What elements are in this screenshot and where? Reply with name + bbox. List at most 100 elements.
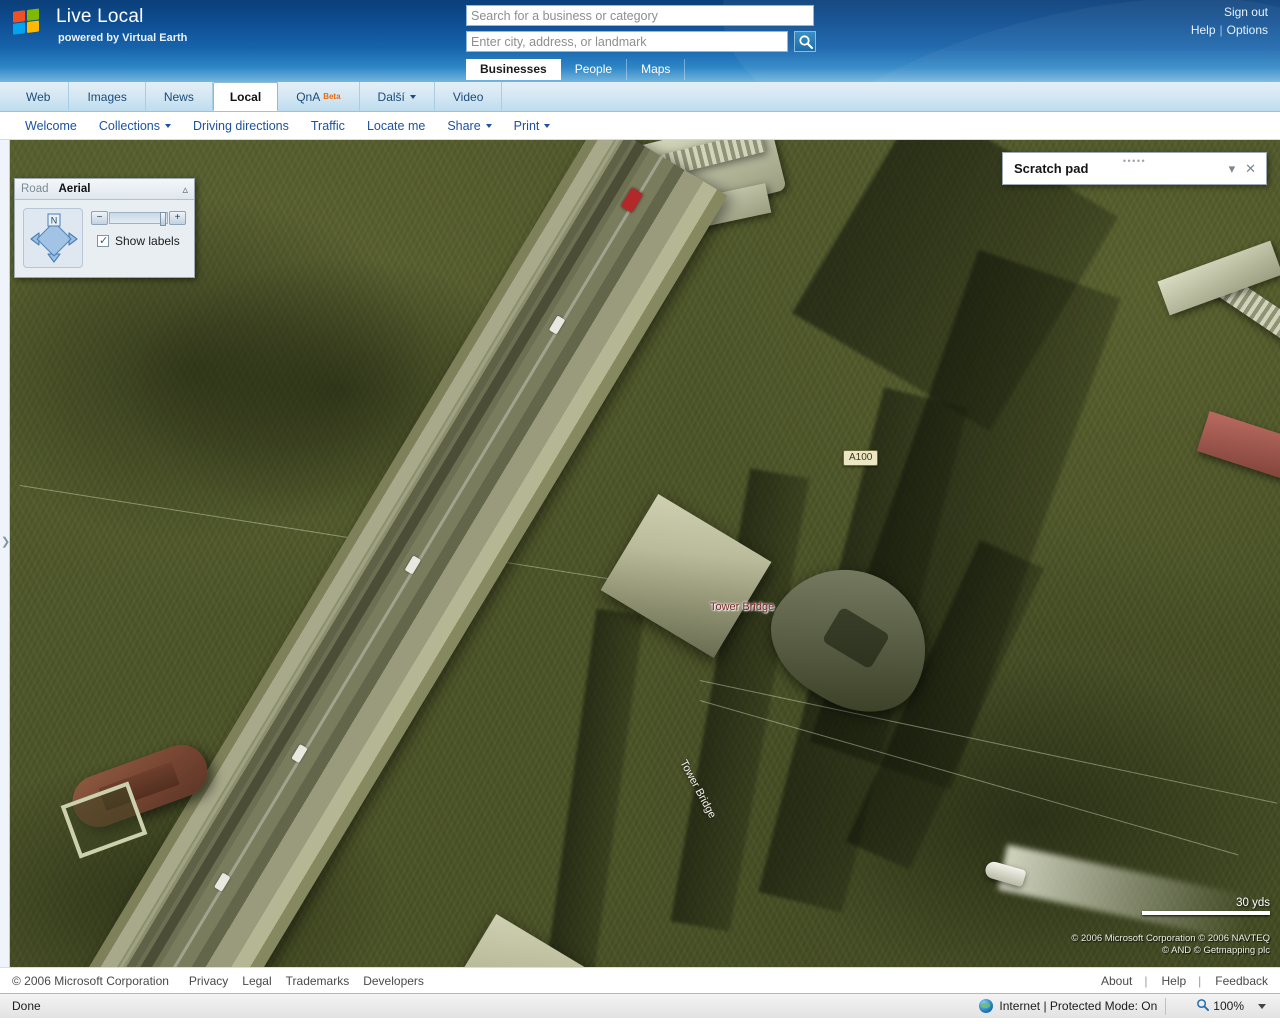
footer-link-help[interactable]: Help: [1161, 974, 1186, 988]
pan-compass-icon[interactable]: N: [23, 208, 83, 268]
toolbar-label: Driving directions: [193, 118, 289, 133]
show-labels-label: Show labels: [115, 234, 180, 248]
tab-label: News: [163, 89, 194, 104]
local-toolbar: Welcome Collections Driving directions T…: [0, 112, 1280, 140]
search-submit-button[interactable]: [794, 31, 817, 52]
footer-link-privacy[interactable]: Privacy: [189, 974, 228, 988]
map-mode-road[interactable]: Road: [21, 183, 59, 195]
security-zone-label: Internet | Protected Mode: On: [999, 999, 1158, 1013]
toolbar-label: Print: [513, 118, 540, 133]
tab-label: Web: [26, 89, 51, 104]
search-scope-tabs: Businesses People Maps: [466, 59, 816, 80]
help-link[interactable]: Help: [1191, 23, 1216, 37]
tab-dalsi[interactable]: Další: [360, 82, 435, 111]
map-scale: 30 yds: [1142, 897, 1270, 915]
tab-video[interactable]: Video: [435, 82, 503, 111]
map-zoom-controls: − + Show labels: [91, 208, 186, 268]
toolbar-label: Traffic: [310, 118, 345, 133]
brand-subtitle: powered by Virtual Earth: [58, 32, 188, 44]
map-mode-aerial[interactable]: Aerial: [59, 183, 101, 195]
chevron-right-icon[interactable]: ❯: [1, 535, 10, 548]
map-canvas[interactable]: Tower Bridge Tower Bridge A100: [10, 140, 1280, 967]
tab-label: Local: [229, 89, 262, 104]
scope-tab-businesses[interactable]: Businesses: [466, 59, 561, 80]
search-business-input[interactable]: [466, 5, 814, 26]
status-text: Done: [12, 999, 41, 1013]
footer-separator: |: [1198, 973, 1202, 988]
toolbar-label: Share: [447, 118, 481, 133]
toolbar-driving-directions[interactable]: Driving directions: [182, 119, 300, 133]
tab-images[interactable]: Images: [69, 82, 146, 111]
chevron-down-icon[interactable]: ▾: [1229, 162, 1236, 175]
account-separator: |: [1219, 23, 1223, 37]
tab-web[interactable]: Web: [8, 82, 70, 111]
toolbar-welcome[interactable]: Welcome: [14, 119, 88, 133]
footer-link-trademarks[interactable]: Trademarks: [286, 974, 350, 988]
zoom-slider-thumb[interactable]: [160, 212, 166, 226]
brand-logo-block[interactable]: Live Local powered by Virtual Earth: [13, 6, 187, 45]
map-left-rail: ❯: [0, 140, 10, 967]
chevron-down-icon: [544, 123, 551, 128]
minus-icon[interactable]: −: [91, 211, 108, 225]
map-area[interactable]: ❯ Tower Bridge Tower Bridge A100 Road Ae…: [0, 140, 1280, 967]
tab-local[interactable]: Local: [212, 82, 279, 111]
beta-badge: Beta: [323, 92, 341, 101]
footer-link-developers[interactable]: Developers: [363, 974, 424, 988]
service-tab-strip: Web Images News Local QnA Beta Další Vid…: [0, 82, 1280, 112]
toolbar-print[interactable]: Print: [503, 119, 562, 133]
security-zone[interactable]: Internet | Protected Mode: On: [979, 999, 1157, 1013]
caret-down-icon[interactable]: [1258, 1003, 1266, 1009]
chevron-down-icon: [409, 94, 416, 99]
zoom-slider-track[interactable]: [109, 212, 168, 226]
scratch-pad-buttons: ▾ ✕: [1229, 162, 1266, 175]
footer-link-legal[interactable]: Legal: [242, 974, 271, 988]
attribution-line-2: © AND © Getmapping plc: [1162, 945, 1270, 956]
chevron-down-icon: [165, 123, 172, 128]
search-area: Businesses People Maps: [466, 5, 817, 80]
toolbar-locate-me[interactable]: Locate me: [356, 119, 436, 133]
scale-bar: [1142, 911, 1270, 915]
plus-icon[interactable]: +: [169, 211, 186, 225]
tab-label: QnA: [296, 89, 321, 104]
zoom-slider-row: − +: [91, 211, 186, 226]
zoom-level-label: 100%: [1213, 999, 1244, 1013]
browser-zoom-control[interactable]: 100%: [1196, 998, 1274, 1014]
scope-tab-maps[interactable]: Maps: [627, 59, 686, 80]
footer-right-links: About | Help | Feedback: [1087, 974, 1268, 988]
drag-grip-icon[interactable]: •••••: [1123, 156, 1146, 166]
footer-copyright: © 2006 Microsoft Corporation: [12, 973, 169, 988]
show-labels-checkbox[interactable]: [97, 234, 109, 247]
toolbar-collections[interactable]: Collections: [88, 119, 182, 133]
close-icon[interactable]: ✕: [1245, 162, 1256, 175]
scratch-pad-panel[interactable]: ••••• Scratch pad ▾ ✕: [1002, 152, 1267, 185]
internet-globe-icon: [979, 999, 994, 1013]
map-attribution: © 2006 Microsoft Corporation © 2006 NAVT…: [1071, 933, 1270, 957]
page-footer: © 2006 Microsoft Corporation Privacy Leg…: [0, 967, 1280, 993]
svg-text:N: N: [51, 216, 58, 226]
footer-link-about[interactable]: About: [1101, 974, 1132, 988]
scratch-pad-title: Scratch pad: [1014, 161, 1089, 176]
sign-out-link[interactable]: Sign out: [1224, 5, 1268, 19]
options-link[interactable]: Options: [1227, 23, 1268, 37]
map-nav-panel[interactable]: Road Aerial ▵ N − + ✓ Show labels: [14, 178, 195, 278]
scope-tab-people[interactable]: People: [561, 59, 628, 80]
browser-status-bar: Done Internet | Protected Mode: On 100%: [0, 993, 1280, 1018]
toolbar-label: Locate me: [366, 118, 426, 133]
tab-news[interactable]: News: [146, 82, 213, 111]
chevron-down-icon: [485, 123, 492, 128]
chevron-up-icon[interactable]: ▵: [182, 183, 188, 196]
scale-distance-label: 30 yds: [1236, 897, 1270, 909]
toolbar-traffic[interactable]: Traffic: [300, 119, 356, 133]
toolbar-label: Collections: [98, 118, 161, 133]
toolbar-label: Welcome: [25, 118, 77, 133]
search-location-input[interactable]: [466, 31, 788, 52]
toolbar-share[interactable]: Share: [436, 119, 502, 133]
tab-label: Video: [452, 89, 484, 104]
account-links: Sign out Help | Options: [1191, 3, 1268, 39]
map-mode-header: Road Aerial ▵: [15, 179, 194, 200]
road-shield-a100: A100: [843, 450, 879, 466]
show-labels-row[interactable]: Show labels: [91, 234, 186, 248]
tab-qna[interactable]: QnA Beta: [278, 82, 360, 111]
page-header: Live Local powered by Virtual Earth Sign…: [0, 0, 1280, 82]
footer-link-feedback[interactable]: Feedback: [1215, 974, 1268, 988]
